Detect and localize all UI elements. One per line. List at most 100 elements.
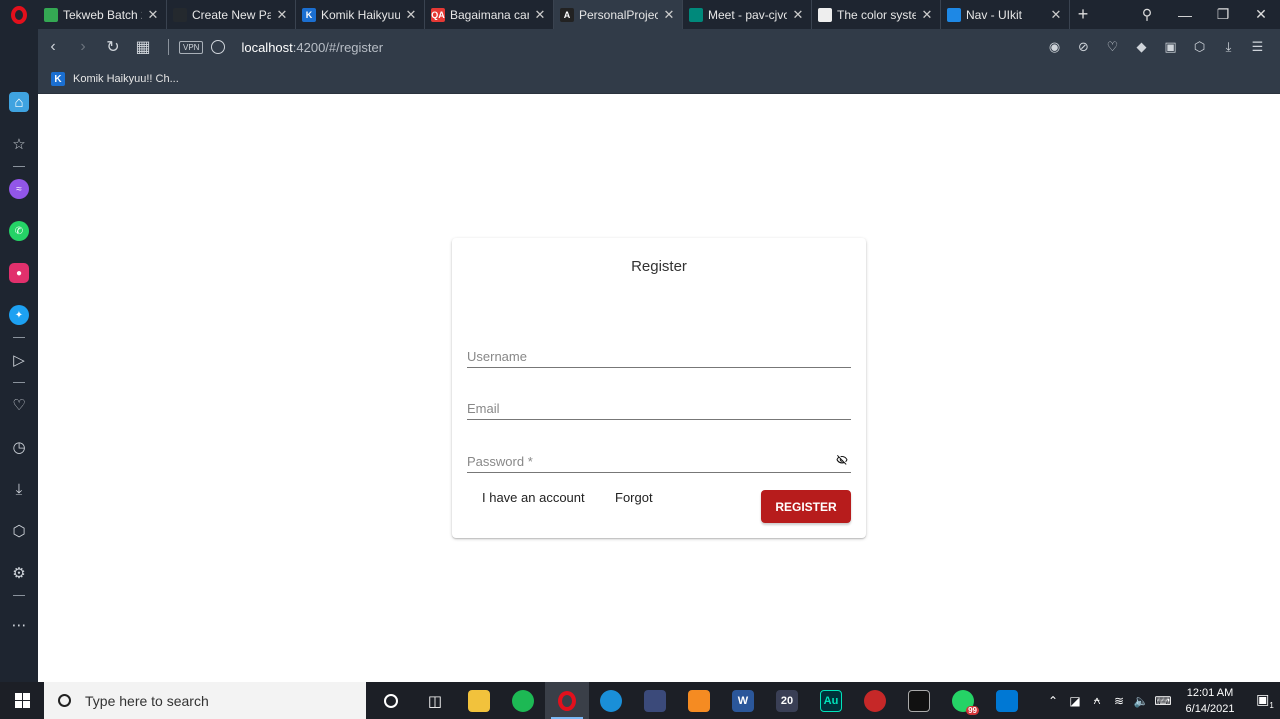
vpn-badge[interactable]: VPN	[179, 40, 204, 54]
tab-6[interactable]: The color syster ✕	[812, 0, 941, 29]
visibility-off-icon[interactable]	[836, 454, 848, 466]
start-button[interactable]	[0, 693, 44, 708]
back-button[interactable]: ‹	[38, 38, 68, 56]
site-info-icon[interactable]	[211, 40, 226, 54]
easy-setup-icon[interactable]: ☰	[1243, 39, 1272, 55]
minimize-button[interactable]: —	[1166, 7, 1204, 23]
show-hidden-icons-chevron-icon[interactable]: ⌃	[1042, 694, 1064, 708]
task-view-icon: ◫	[427, 692, 443, 710]
tab-close-icon[interactable]: ✕	[1049, 7, 1063, 23]
tab-close-icon[interactable]: ✕	[791, 7, 805, 23]
forward-button[interactable]: ›	[68, 38, 98, 56]
edge-button[interactable]	[589, 682, 633, 719]
meet-now-icon[interactable]: ◪	[1064, 694, 1086, 708]
tab-title: Meet - pav-cjvo	[708, 7, 787, 22]
cortana-button[interactable]	[369, 682, 413, 719]
terminal-button[interactable]	[897, 682, 941, 719]
tab-favicon-icon	[818, 7, 832, 22]
settings-gear-icon[interactable]: ⚙	[9, 563, 29, 583]
photos-button[interactable]	[633, 682, 677, 719]
tab-strip: Tekweb Batch 2 ✕ Create New Pag ✕ K Komik Hai…	[38, 0, 1070, 29]
heart-icon[interactable]: ♡	[1098, 39, 1127, 55]
notification-count: 1	[1269, 700, 1274, 710]
downloads-icon[interactable]: ⤓	[9, 479, 29, 499]
file-explorer-button[interactable]	[457, 682, 501, 719]
tab-grid-icon[interactable]: ▦	[128, 37, 158, 57]
windows-taskbar: ◫ W 20 Au 99 ⌃ ◪ ⍲ ≋ 🔈 ⌨ 12:01 AM 6/14/2…	[0, 682, 1280, 719]
url-field[interactable]: localhost:4200/#/register	[241, 40, 383, 55]
register-button[interactable]: REGISTER	[761, 490, 851, 523]
download-icon[interactable]: ⤓	[1214, 39, 1243, 55]
whatsapp-unread-badge: 99	[966, 706, 979, 715]
tab-favicon-icon: QA	[431, 7, 445, 22]
messenger-icon[interactable]: ≈	[9, 179, 29, 199]
opera-taskbar-button[interactable]	[545, 682, 589, 719]
tab-7[interactable]: Nav - UIkit ✕	[941, 0, 1070, 29]
sublime-icon	[688, 689, 710, 712]
red-app-icon	[864, 689, 886, 712]
home-icon[interactable]: ⌂	[9, 92, 29, 112]
twitter-icon[interactable]: ✦	[9, 305, 29, 325]
task-view-button[interactable]: ◫	[413, 682, 457, 719]
favorites-heart-icon[interactable]: ♡	[9, 395, 29, 415]
player-icon[interactable]: ▷	[9, 350, 29, 370]
new-tab-button[interactable]: +	[1070, 0, 1096, 29]
bookmark-item[interactable]: Komik Haikyuu!! Ch...	[73, 73, 179, 85]
clock[interactable]: 12:01 AM 6/14/2021	[1180, 685, 1240, 717]
volume-icon[interactable]: 🔈	[1130, 694, 1152, 708]
word-button[interactable]: W	[721, 682, 765, 719]
app-red-button[interactable]	[853, 682, 897, 719]
email-input[interactable]	[467, 392, 851, 419]
audition-button[interactable]: Au	[809, 682, 853, 719]
more-options-icon[interactable]: ⋯	[9, 615, 29, 635]
search-icon	[58, 694, 71, 707]
history-clock-icon[interactable]: ◷	[9, 437, 29, 457]
sublime-button[interactable]	[677, 682, 721, 719]
taskbar-search[interactable]	[44, 682, 366, 719]
box-icon[interactable]: ⬡	[1185, 39, 1214, 55]
tab-close-icon[interactable]: ✕	[404, 7, 418, 23]
tab-5[interactable]: Meet - pav-cjvo ✕	[683, 0, 812, 29]
vscode-button[interactable]	[985, 682, 1029, 719]
tab-close-icon[interactable]: ✕	[275, 7, 289, 23]
whatsapp-icon[interactable]: ✆	[9, 221, 29, 241]
username-input[interactable]	[467, 340, 851, 367]
tab-title: Tekweb Batch 2	[63, 7, 142, 22]
terminal-icon	[908, 689, 930, 712]
snapshot-icon[interactable]: ◉	[1040, 39, 1069, 55]
taskbar-search-input[interactable]	[85, 692, 325, 709]
spotify-button[interactable]	[501, 682, 545, 719]
tab-3[interactable]: QA Bagaimana cara ✕	[425, 0, 554, 29]
extensions-cube-icon[interactable]: ⬡	[9, 521, 29, 541]
tab-close-icon[interactable]: ✕	[662, 7, 676, 23]
tab-4[interactable]: A PersonalProject ✕	[554, 0, 683, 29]
windows-logo-icon	[14, 693, 30, 708]
keyboard-icon[interactable]: ⌨	[1152, 694, 1174, 708]
tab-1[interactable]: Create New Pag ✕	[167, 0, 296, 29]
opera-menu-button[interactable]	[0, 0, 38, 29]
whatsapp-taskbar-button[interactable]: 99	[941, 682, 985, 719]
adblock-icon[interactable]: ⊘	[1069, 39, 1098, 55]
instagram-icon[interactable]: ●	[9, 263, 29, 283]
microphone-icon[interactable]: ⍲	[1086, 693, 1108, 708]
tab-close-icon[interactable]: ✕	[920, 7, 934, 23]
password-input[interactable]	[467, 445, 851, 472]
tab-close-icon[interactable]: ✕	[146, 7, 160, 23]
reload-button[interactable]: ↻	[98, 37, 128, 57]
extension-icon[interactable]: ◆	[1127, 39, 1156, 55]
tab-0[interactable]: Tekweb Batch 2 ✕	[38, 0, 167, 29]
notifications-icon[interactable]: ▣1	[1250, 691, 1280, 710]
photo-app-icon	[644, 689, 666, 712]
speed-dial-star-icon[interactable]: ☆	[9, 134, 29, 154]
wifi-icon[interactable]: ≋	[1108, 694, 1130, 708]
tab-close-icon[interactable]: ✕	[533, 7, 547, 23]
app-20-button[interactable]: 20	[765, 682, 809, 719]
tab-2[interactable]: K Komik Haikyuu!! ✕	[296, 0, 425, 29]
search-tabs-icon[interactable]: ⚲	[1128, 6, 1166, 23]
restore-button[interactable]: ❐	[1204, 6, 1242, 23]
close-window-button[interactable]: ✕	[1242, 6, 1280, 23]
extension-cube-icon[interactable]: ▣	[1156, 39, 1185, 55]
have-account-button[interactable]: I have an account	[482, 490, 585, 505]
bookmark-favicon-icon: K	[51, 72, 65, 86]
forgot-button[interactable]: Forgot	[615, 490, 653, 505]
